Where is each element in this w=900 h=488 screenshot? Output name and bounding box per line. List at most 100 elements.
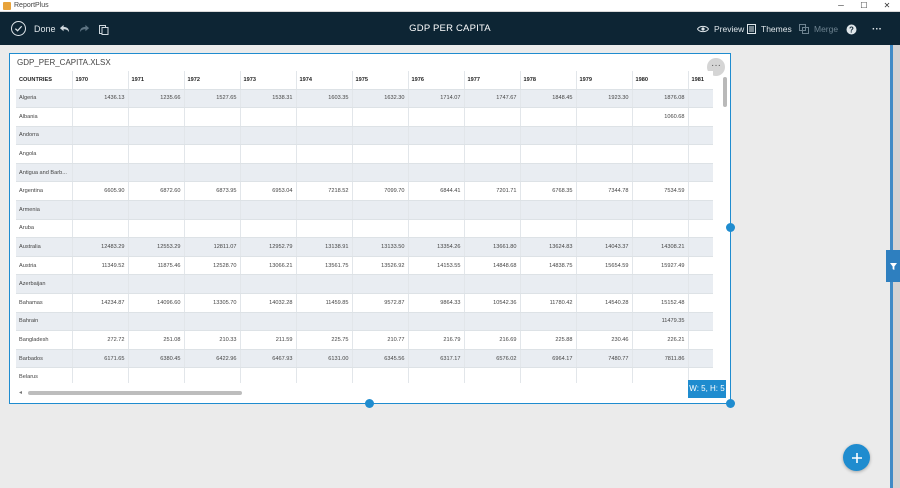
horizontal-scroll-thumb[interactable] bbox=[28, 391, 242, 395]
minimize-button[interactable]: ─ bbox=[830, 0, 852, 12]
column-header-year[interactable]: 1972 bbox=[184, 71, 241, 90]
table-row[interactable]: Aruba bbox=[16, 219, 713, 239]
table-row[interactable]: Azerbaijan bbox=[16, 274, 713, 295]
value-cell bbox=[688, 144, 713, 164]
column-header-year[interactable]: 1971 bbox=[128, 71, 185, 90]
resize-handle-corner[interactable] bbox=[726, 399, 735, 408]
value-cell bbox=[688, 256, 713, 276]
value-cell: 6171.65 bbox=[72, 349, 129, 369]
value-cell bbox=[352, 200, 409, 220]
table-row[interactable]: Belarus bbox=[16, 367, 713, 383]
close-window-button[interactable]: ✕ bbox=[876, 0, 898, 12]
value-cell bbox=[688, 200, 713, 220]
table-row[interactable]: Algeria 1436.13 1235.66 1527.65 1538.31 1603.… bbox=[16, 89, 713, 109]
column-header-year[interactable]: 1977 bbox=[464, 71, 521, 90]
value-cell: 9572.87 bbox=[352, 293, 409, 313]
resize-handle-bottom[interactable] bbox=[365, 399, 374, 408]
value-cell bbox=[72, 107, 129, 127]
table-row[interactable]: Argentina 6605.90 6872.60 6873.95 6953.04 721… bbox=[16, 181, 713, 202]
value-cell: 1923.30 bbox=[576, 89, 633, 109]
column-header-year[interactable]: 1978 bbox=[520, 71, 577, 90]
value-cell bbox=[240, 200, 297, 220]
value-cell: 11459.85 bbox=[296, 293, 353, 313]
table-row[interactable]: Bangladesh 272.72 251.08 210.33 211.59 225.75… bbox=[16, 330, 713, 350]
table-row[interactable]: Australia 12483.29 12553.29 12811.07 12952.7… bbox=[16, 237, 713, 257]
value-cell bbox=[408, 367, 465, 383]
value-cell bbox=[352, 367, 409, 383]
value-cell: 216.69 bbox=[464, 330, 521, 350]
value-cell bbox=[128, 367, 185, 383]
value-cell bbox=[688, 107, 713, 127]
clipboard-button[interactable] bbox=[96, 21, 112, 37]
value-cell: 13624.83 bbox=[520, 237, 577, 257]
table-row[interactable]: Albania 1060.68 bbox=[16, 107, 713, 127]
value-cell bbox=[576, 107, 633, 127]
done-button[interactable]: Done bbox=[11, 19, 56, 38]
value-cell: 14153.55 bbox=[408, 256, 465, 276]
column-header-countries[interactable]: COUNTRIES bbox=[16, 71, 73, 90]
value-cell: 11349.52 bbox=[72, 256, 129, 276]
scroll-left-icon[interactable]: ◂ bbox=[19, 389, 22, 397]
column-header-year[interactable]: 1970 bbox=[72, 71, 129, 90]
help-button[interactable]: ? bbox=[843, 21, 859, 37]
table-row[interactable]: Bahrain 11479.35 bbox=[16, 312, 713, 332]
value-cell bbox=[520, 312, 577, 332]
table-row[interactable]: Antigua and Barb... bbox=[16, 163, 713, 183]
table-row[interactable]: Bahamas 14234.87 14096.60 13305.70 14032.28 1… bbox=[16, 293, 713, 313]
value-cell: 230.46 bbox=[576, 330, 633, 350]
table-row[interactable]: Armenia bbox=[16, 200, 713, 220]
value-cell: 12528.70 bbox=[184, 256, 241, 276]
value-cell: 1876.08 bbox=[632, 89, 689, 109]
value-cell bbox=[128, 312, 185, 332]
filter-toggle[interactable] bbox=[886, 250, 900, 282]
value-cell bbox=[408, 274, 465, 295]
country-cell: Austria bbox=[16, 256, 73, 276]
value-cell: 12952.79 bbox=[240, 237, 297, 257]
table-row[interactable]: Angola bbox=[16, 144, 713, 164]
preview-button[interactable]: Preview bbox=[697, 21, 744, 37]
value-cell bbox=[464, 126, 521, 146]
value-cell bbox=[72, 312, 129, 332]
table-row[interactable]: Barbados 6171.65 6380.45 6422.96 6467.93 6131… bbox=[16, 349, 713, 369]
table-row[interactable]: Austria 11349.52 11875.46 12528.70 13066.21 1… bbox=[16, 256, 713, 276]
themes-button[interactable]: Themes bbox=[747, 21, 792, 37]
value-cell: 6131.00 bbox=[296, 349, 353, 369]
merge-button[interactable]: Merge bbox=[799, 21, 838, 37]
value-cell: 14043.37 bbox=[576, 237, 633, 257]
value-cell: 13561.75 bbox=[296, 256, 353, 276]
value-cell bbox=[576, 274, 633, 295]
column-header-year[interactable]: 1979 bbox=[576, 71, 633, 90]
grid-widget[interactable]: GDP_PER_CAPITA.XLSX ··· COUNTRIES 1970 197… bbox=[9, 53, 731, 404]
value-cell: 1538.31 bbox=[240, 89, 297, 109]
column-header-year[interactable]: 1976 bbox=[408, 71, 465, 90]
column-header-year[interactable]: 1974 bbox=[296, 71, 353, 90]
value-cell bbox=[688, 219, 713, 239]
add-widget-button[interactable] bbox=[843, 444, 870, 471]
value-cell bbox=[576, 200, 633, 220]
column-header-year[interactable]: 1980 bbox=[632, 71, 689, 90]
value-cell bbox=[520, 200, 577, 220]
table-row[interactable]: Andorra bbox=[16, 126, 713, 146]
value-cell: 12553.29 bbox=[128, 237, 185, 257]
country-cell: Andorra bbox=[16, 126, 73, 146]
vertical-scrollbar[interactable] bbox=[723, 77, 727, 107]
value-cell bbox=[576, 144, 633, 164]
column-header-year[interactable]: 1975 bbox=[352, 71, 409, 90]
value-cell bbox=[688, 312, 713, 332]
horizontal-scrollbar[interactable]: ◂ bbox=[16, 389, 716, 397]
maximize-button[interactable]: ☐ bbox=[853, 0, 875, 12]
column-header-year[interactable]: 1981 bbox=[688, 71, 713, 90]
redo-button[interactable] bbox=[76, 21, 92, 37]
more-options-button[interactable]: ··· bbox=[872, 21, 882, 37]
value-cell: 1060.68 bbox=[632, 107, 689, 127]
value-cell bbox=[352, 274, 409, 295]
value-cell: 14308.21 bbox=[632, 237, 689, 257]
resize-handle-right[interactable] bbox=[726, 223, 735, 232]
value-cell bbox=[688, 237, 713, 257]
help-icon: ? bbox=[846, 24, 856, 34]
undo-button[interactable] bbox=[56, 21, 72, 37]
column-header-year[interactable]: 1973 bbox=[240, 71, 297, 90]
value-cell bbox=[632, 274, 689, 295]
data-grid[interactable]: COUNTRIES 1970 1971 1972 1973 1974 1975 1976 197… bbox=[16, 71, 713, 383]
country-cell: Armenia bbox=[16, 200, 73, 220]
